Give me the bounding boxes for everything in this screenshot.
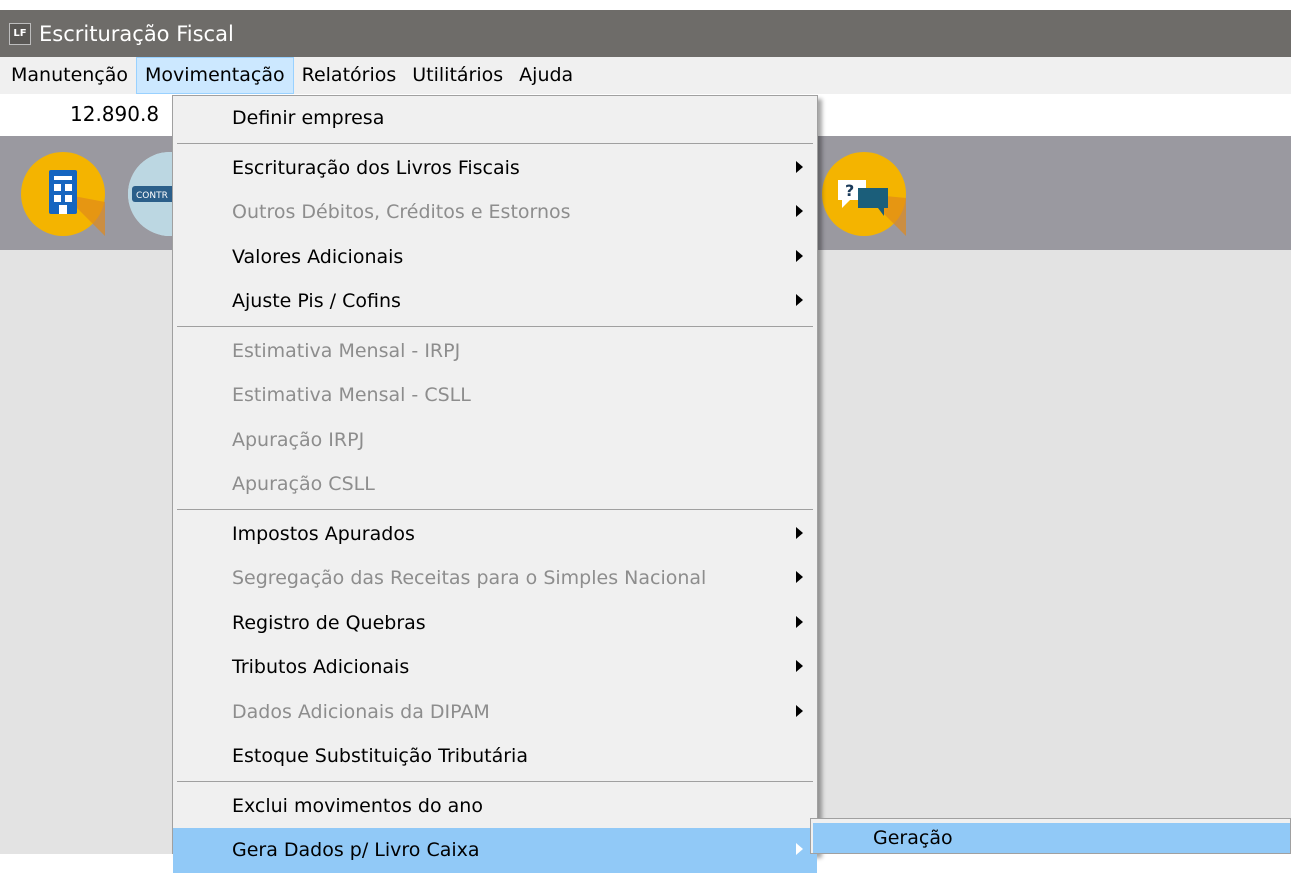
title-bar: LF Escrituração Fiscal (0, 10, 1291, 57)
window-title: Escrituração Fiscal (39, 21, 234, 46)
menu-separator (177, 508, 813, 510)
submenu-arrow-icon (796, 294, 803, 307)
menu-item-tributos-adicionais[interactable]: Tributos Adicionais (173, 645, 817, 690)
company-code: 12.890.8 (70, 102, 160, 126)
submenu-arrow-icon (796, 526, 803, 539)
submenu-arrow-icon (796, 704, 803, 717)
menu-item-outros-debitos: Outros Débitos, Créditos e Estornos (173, 190, 817, 235)
menu-item-estimativa-csll: Estimativa Mensal - CSLL (232, 384, 471, 407)
menu-manutencao[interactable]: Manutenção (3, 57, 136, 94)
menu-item-apuracao-irpj: Apuração IRPJ (232, 428, 365, 451)
menu-utilitarios[interactable]: Utilitários (404, 57, 511, 94)
submenu-arrow-icon (796, 660, 803, 673)
menu-item-segregacao-receitas: Segregação das Receitas para o Simples N… (173, 556, 817, 601)
menu-item-impostos-apurados[interactable]: Impostos Apurados (173, 512, 817, 557)
menu-ajuda[interactable]: Ajuda (511, 57, 581, 94)
menu-movimentacao[interactable]: Movimentação (136, 57, 294, 94)
menu-separator (177, 325, 813, 327)
menu-relatorios[interactable]: Relatórios (294, 57, 405, 94)
menu-separator (177, 780, 813, 782)
submenu-arrow-icon (796, 571, 803, 584)
menu-item-dados-dipam: Dados Adicionais da DIPAM (173, 690, 817, 735)
app-icon[interactable]: LF (9, 22, 31, 45)
menu-bar: Manutenção Movimentação Relatórios Utili… (0, 57, 1291, 94)
menu-item-ajuste-pis-cofins[interactable]: Ajuste Pis / Cofins (173, 279, 817, 324)
menu-item-estoque-st[interactable]: Estoque Substituição Tributária (173, 734, 817, 779)
submenu-arrow-icon (796, 160, 803, 173)
submenu-arrow-icon (796, 843, 803, 856)
menu-item-apuracao-csll: Apuração CSLL (232, 473, 375, 496)
submenu-item-geracao[interactable]: Geração (813, 823, 1290, 853)
help-chat-icon[interactable]: ? (822, 152, 906, 236)
menu-item-escrituracao-livros[interactable]: Escrituração dos Livros Fiscais (173, 146, 817, 191)
building-icon[interactable] (21, 152, 105, 236)
contract-badge-text: CONTR (136, 191, 168, 201)
menu-item-estimativa-irpj: Estimativa Mensal - IRPJ (232, 339, 461, 362)
menu-item-definir-empresa[interactable]: Definir empresa (173, 96, 817, 141)
svg-text:?: ? (845, 181, 854, 200)
menu-item-gera-livro-caixa[interactable]: Gera Dados p/ Livro Caixa (173, 828, 817, 873)
submenu-arrow-icon (796, 205, 803, 218)
movimentacao-dropdown: Definir empresa Escrituração dos Livros … (172, 95, 818, 873)
submenu-arrow-icon (796, 615, 803, 628)
livro-caixa-submenu: Geração (810, 818, 1291, 854)
submenu-arrow-icon (796, 249, 803, 262)
menu-item-exclui-movimentos[interactable]: Exclui movimentos do ano (173, 784, 817, 829)
menu-separator (177, 142, 813, 144)
menu-item-valores-adicionais[interactable]: Valores Adicionais (173, 235, 817, 280)
menu-item-registro-quebras[interactable]: Registro de Quebras (173, 601, 817, 646)
